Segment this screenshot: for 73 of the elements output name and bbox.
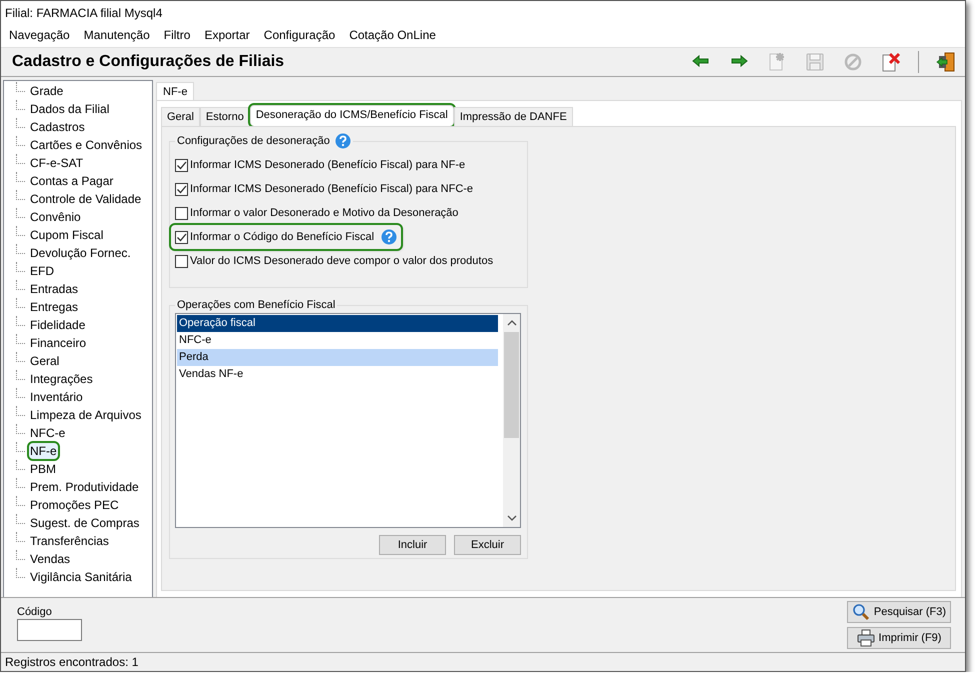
- menu-item[interactable]: Configuração: [264, 28, 336, 42]
- tab[interactable]: Geral: [161, 107, 200, 126]
- scroll-down-icon[interactable]: [506, 514, 516, 522]
- tree-item[interactable]: Convênio: [29, 209, 82, 225]
- help-icon[interactable]: [381, 229, 398, 245]
- checkbox-label: Informar ICMS Desonerado (Benefício Fiscal) para NF-e: [190, 159, 466, 171]
- checkbox-label: Valor do ICMS Desonerado deve compor o valor dos produtos: [190, 255, 494, 267]
- tree-item[interactable]: Vigilância Sanitária: [29, 569, 133, 585]
- button[interactable]: Pesquisar (F3): [847, 601, 951, 623]
- tree-item[interactable]: Contas a Pagar: [29, 173, 114, 189]
- menu-item[interactable]: Exportar: [204, 28, 250, 42]
- tree-item[interactable]: Transferências: [29, 533, 110, 549]
- window-title: Filial: FARMACIA filial Mysql4: [1, 1, 965, 23]
- page-title: Cadastro e Configurações de Filiais: [12, 53, 286, 71]
- field-label: Código: [17, 606, 53, 618]
- menu-item[interactable]: Manutenção: [84, 28, 150, 42]
- help-icon[interactable]: [334, 133, 351, 149]
- menu-item[interactable]: Cotação OnLine: [349, 28, 436, 42]
- scroll-up-icon[interactable]: [506, 319, 516, 327]
- exit-door-icon[interactable]: [935, 51, 957, 73]
- tree-item[interactable]: PBM: [29, 461, 58, 477]
- tree-item[interactable]: Limpeza de Arquivos: [29, 407, 142, 423]
- tree-item[interactable]: Cadastros: [29, 119, 86, 135]
- tree-item[interactable]: CF-e-SAT: [29, 155, 84, 171]
- tree-item[interactable]: EFD: [29, 263, 55, 279]
- tree-item[interactable]: Dados da Filial: [29, 101, 110, 117]
- tree-item[interactable]: Cupom Fiscal: [29, 227, 104, 243]
- tree-item[interactable]: Promoções PEC: [29, 497, 120, 513]
- tree-item[interactable]: Prem. Produtividade: [29, 479, 140, 495]
- tree-item[interactable]: Geral: [29, 353, 60, 369]
- group-title: Configurações de desoneração: [177, 135, 330, 147]
- printer-icon: [856, 629, 875, 647]
- tree-item[interactable]: Integrações: [29, 371, 94, 387]
- tree-item[interactable]: Cartões e Convênios: [29, 137, 144, 153]
- tree-item[interactable]: Grade: [29, 83, 64, 99]
- checkbox[interactable]: [175, 230, 188, 244]
- tree-item[interactable]: NF-e: [29, 443, 58, 459]
- tab[interactable]: Estorno: [200, 107, 250, 126]
- menu-item[interactable]: Filtro: [164, 28, 190, 42]
- tree-item[interactable]: NFC-e: [29, 425, 66, 441]
- status-text: Registros encontrados: 1: [5, 655, 138, 669]
- tree-item[interactable]: Fidelidade: [29, 317, 86, 333]
- group-title: Operações com Benefício Fiscal: [177, 299, 336, 311]
- tree-item[interactable]: Inventário: [29, 389, 84, 405]
- menu-item[interactable]: Navegação: [9, 28, 70, 42]
- tree-item[interactable]: Vendas: [29, 551, 72, 567]
- checkbox-label: Informar o Código do Benefício Fiscal: [190, 231, 374, 243]
- button[interactable]: Incluir: [379, 535, 446, 555]
- list-item[interactable]: Vendas NF-e: [177, 366, 498, 383]
- checkbox-label: Informar ICMS Desonerado (Benefício Fiscal) para NFC-e: [190, 183, 474, 195]
- tab[interactable]: Desoneração do ICMS/Benefício Fiscal: [250, 105, 454, 126]
- tree-item[interactable]: Entradas: [29, 281, 80, 297]
- tree-item[interactable]: Entregas: [29, 299, 80, 315]
- checkbox[interactable]: [175, 182, 188, 196]
- tab[interactable]: NF-e: [156, 82, 194, 100]
- tab[interactable]: Impressão de DANFE: [454, 107, 573, 126]
- checkbox-label: Informar o valor Desonerado e Motivo da Desoneração: [190, 207, 458, 219]
- list-item[interactable]: Operação fiscal: [177, 315, 498, 332]
- button[interactable]: Excluir: [454, 535, 521, 555]
- list-item[interactable]: NFC-e: [177, 332, 498, 349]
- search-icon: [852, 603, 870, 621]
- tree-item[interactable]: Financeiro: [29, 335, 88, 351]
- delete-document-icon[interactable]: [880, 51, 902, 73]
- checkbox[interactable]: [175, 206, 188, 220]
- tree-item[interactable]: Sugest. de Compras: [29, 515, 140, 531]
- tree-item[interactable]: Devolução Fornec.: [29, 245, 132, 261]
- input-field[interactable]: [17, 619, 82, 641]
- tree-item[interactable]: Controle de Validade: [29, 191, 142, 207]
- button[interactable]: Imprimir (F9): [847, 627, 951, 649]
- checkbox[interactable]: [175, 158, 188, 172]
- scrollbar[interactable]: [503, 314, 520, 527]
- list-item[interactable]: Perda: [177, 349, 498, 366]
- checkbox[interactable]: [175, 254, 188, 268]
